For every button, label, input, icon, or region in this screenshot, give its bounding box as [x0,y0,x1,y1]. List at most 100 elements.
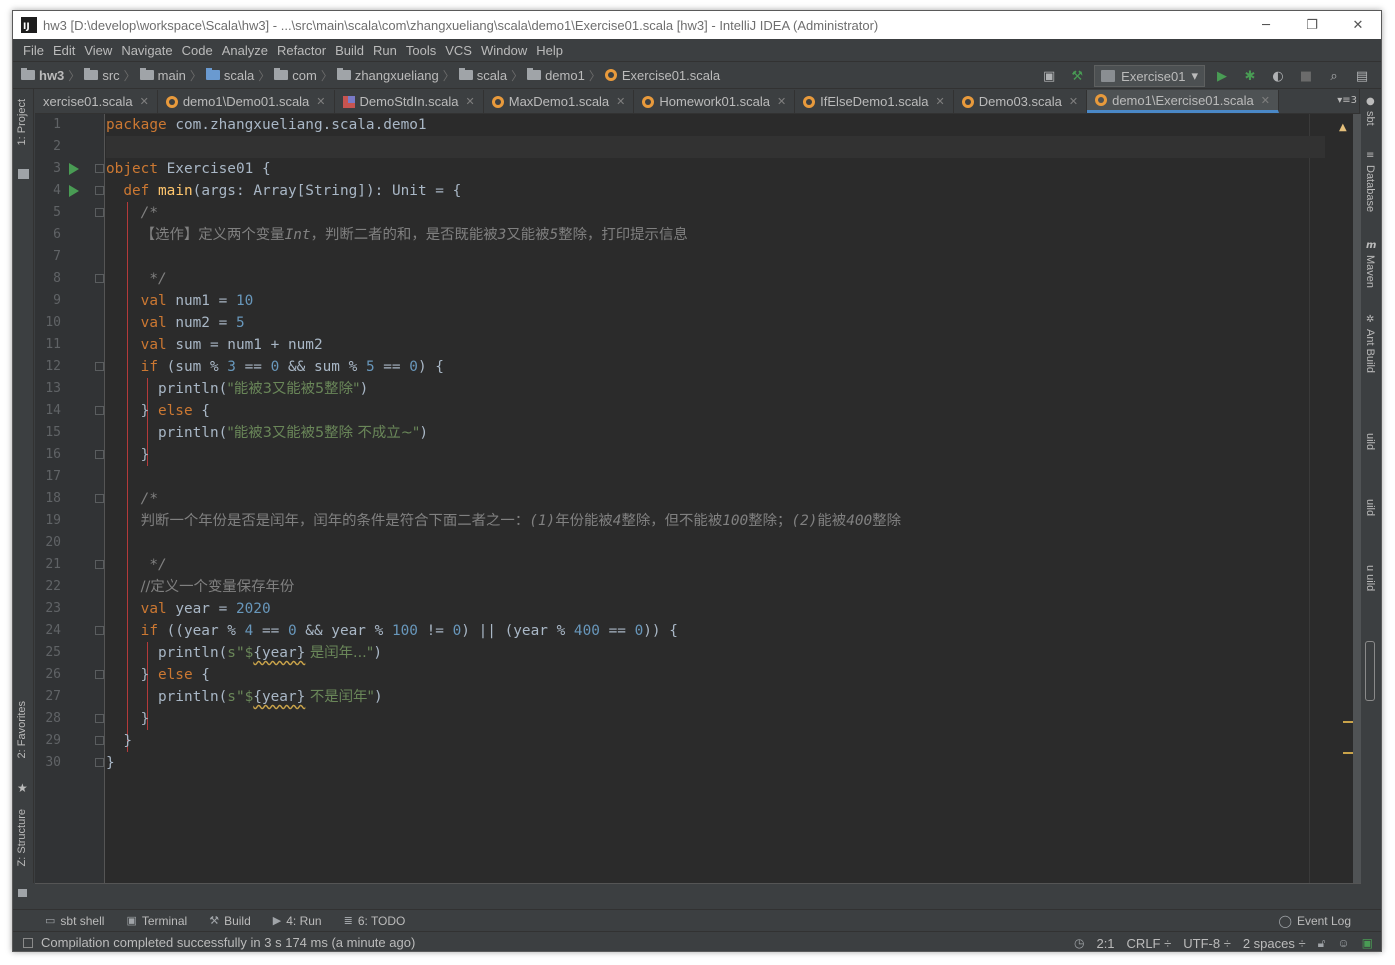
breadcrumb-com[interactable]: com [274,68,317,83]
run-configuration-select[interactable]: Exercise01 ▾ [1094,65,1205,87]
code-editor[interactable]: 1 2 3 4 5 6 7 8 9 10 11 12 13 14 15 16 17 18 19 20 21 22 23 24 2… [35,114,1361,894]
fold-icon[interactable] [95,736,104,745]
close-icon[interactable]: ✕ [1261,94,1270,107]
menu-navigate[interactable]: Navigate [117,43,176,58]
fold-icon[interactable] [95,714,104,723]
tab-exercise01-partial[interactable]: xercise01.scala ✕ [35,90,158,113]
scroll-thumb[interactable] [1353,114,1361,894]
close-icon[interactable]: ✕ [777,95,786,108]
tab-homework01[interactable]: Homework01.scala ✕ [634,90,796,113]
menu-window[interactable]: Window [477,43,531,58]
menu-analyze[interactable]: Analyze [218,43,272,58]
line-separator[interactable]: CRLF ÷ [1127,936,1172,951]
editor-scrollbar[interactable]: ▲ [1325,114,1361,894]
search-icon[interactable]: ⌕ [1323,65,1345,87]
fold-icon[interactable] [95,208,104,217]
tool-tab-structure[interactable]: Z: Structure [16,809,28,866]
build-hammer-icon[interactable]: ⚒ [1066,65,1088,87]
tab-overflow-menu[interactable]: ▾≡3 [1337,95,1357,106]
fold-icon[interactable] [95,406,104,415]
coverage-icon[interactable]: ◐ [1267,65,1289,87]
tool-tab-build-3[interactable]: u uild [1364,565,1376,591]
caret-position[interactable]: 2:1 [1096,936,1114,951]
tool-window-splitter[interactable] [35,883,1361,909]
fold-icon[interactable] [95,560,104,569]
fold-icon[interactable] [95,450,104,459]
breadcrumb-main[interactable]: main [139,68,186,83]
menu-help[interactable]: Help [532,43,567,58]
menu-edit[interactable]: Edit [49,43,79,58]
tool-windows-toggle-icon[interactable] [23,937,33,948]
inspection-warning-icon[interactable]: ▲ [1339,122,1349,133]
menu-run[interactable]: Run [369,43,401,58]
fold-icon[interactable] [95,164,104,173]
breadcrumb-demo1[interactable]: demo1 [527,68,585,83]
fold-icon[interactable] [95,274,104,283]
tool-tab-project[interactable]: 1: Project [16,99,28,145]
menu-code[interactable]: Code [178,43,217,58]
close-icon[interactable]: ✕ [466,95,475,108]
minimize-button[interactable]: ─ [1243,11,1289,39]
tool-button-todo[interactable]: ≣ 6: TODO [344,914,406,928]
fold-icon[interactable] [95,670,104,679]
close-icon[interactable]: ✕ [936,95,945,108]
tool-tab-favorites[interactable]: 2: Favorites [16,701,28,758]
breadcrumb-file[interactable]: Exercise01.scala [604,68,720,83]
breadcrumb-zhangxueliang[interactable]: zhangxueliang [336,68,439,83]
run-gutter-icon[interactable] [69,185,79,197]
tool-button-sbt-shell[interactable]: ▭ sbt shell [45,914,104,928]
project-structure-icon[interactable]: ▣ [1038,65,1060,87]
memory-indicator[interactable] [1365,641,1375,701]
tool-tab-database[interactable]: Database [1364,165,1376,212]
lock-icon[interactable]: 🔓︎ [1318,936,1326,951]
clock-icon[interactable]: ◷ [1074,936,1084,950]
breadcrumb-hw3[interactable]: hw3 [21,68,64,83]
run-gutter-icon[interactable] [69,163,79,175]
fold-icon[interactable] [95,362,104,371]
tab-demo03[interactable]: Demo03.scala ✕ [954,90,1088,113]
tool-button-event-log[interactable]: ◯ Event Log [1279,910,1351,932]
file-encoding[interactable]: UTF-8 ÷ [1183,936,1231,951]
run-icon[interactable]: ▶ [1211,65,1233,87]
debug-icon[interactable]: ✱ [1239,65,1261,87]
fold-icon[interactable] [95,494,104,503]
indent-setting[interactable]: 2 spaces ÷ [1243,936,1306,951]
stop-icon[interactable]: ■ [1295,65,1317,87]
ide-features-icon[interactable]: ▤ [1351,65,1373,87]
menu-vcs[interactable]: VCS [441,43,476,58]
tool-button-run[interactable]: ▶ 4: Run [273,914,322,928]
breadcrumb-src[interactable]: src [84,68,120,83]
tab-exercise01-active[interactable]: demo1\Exercise01.scala ✕ [1087,90,1279,113]
restore-button[interactable]: ❐ [1289,11,1335,39]
tool-button-terminal[interactable]: ▣ Terminal [126,914,187,928]
tool-tab-build-2[interactable]: uild [1364,499,1376,516]
menu-file[interactable]: File [19,43,48,58]
tool-tab-build-1[interactable]: uild [1364,433,1376,450]
fold-icon[interactable] [95,186,104,195]
tool-button-build[interactable]: ⚒ Build [209,914,251,928]
tab-ifelsedemo1[interactable]: IfElseDemo1.scala ✕ [795,90,954,113]
menu-tools[interactable]: Tools [402,43,440,58]
tab-demo01[interactable]: demo1\Demo01.scala ✕ [158,90,335,113]
menu-view[interactable]: View [80,43,116,58]
code-area[interactable]: package com.zhangxueliang.scala.demo1 ob… [106,114,1325,883]
memory-icon[interactable]: ▣ [1362,936,1373,950]
inspector-icon[interactable]: ☺ [1337,936,1349,950]
close-button[interactable]: ✕ [1335,11,1381,39]
fold-icon[interactable] [95,626,104,635]
status-message[interactable]: Compilation completed successfully in 3 … [41,935,415,950]
close-icon[interactable]: ✕ [316,95,325,108]
menu-refactor[interactable]: Refactor [273,43,330,58]
scroll-track[interactable] [1353,114,1361,894]
tool-tab-ant-build[interactable]: Ant Build [1364,329,1376,373]
tab-demostdin[interactable]: DemoStdIn.scala ✕ [335,90,484,113]
tool-tab-sbt[interactable]: sbt [1364,111,1376,126]
close-icon[interactable]: ✕ [140,95,149,108]
tool-tab-maven[interactable]: Maven [1364,255,1376,288]
menu-build[interactable]: Build [331,43,368,58]
tab-maxdemo1[interactable]: MaxDemo1.scala ✕ [484,90,635,113]
breadcrumb-scala-pkg[interactable]: scala [458,68,507,83]
breadcrumb-scala[interactable]: scala [205,68,254,83]
close-icon[interactable]: ✕ [616,95,625,108]
fold-icon[interactable] [95,758,104,767]
